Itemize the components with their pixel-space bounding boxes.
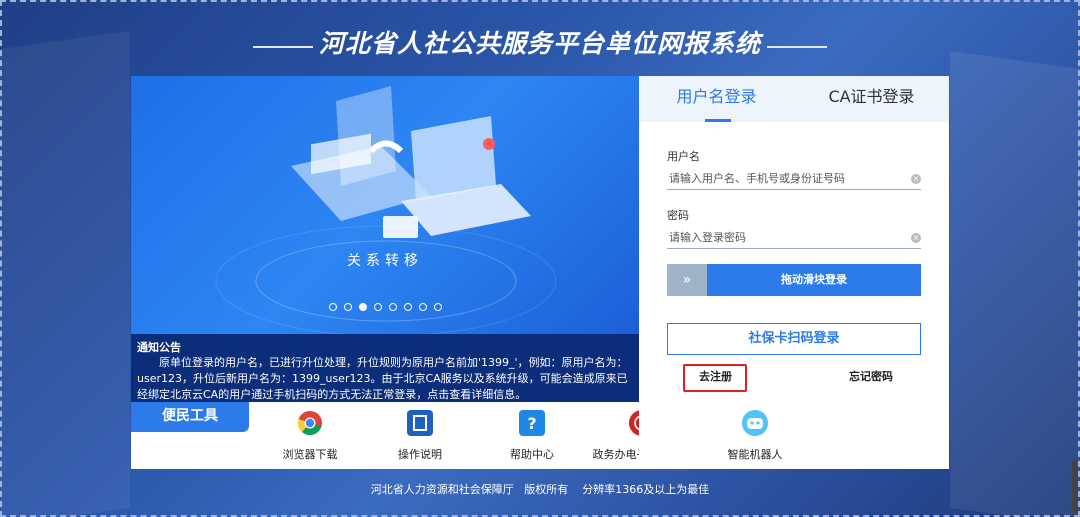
tab-username-login[interactable]: 用户名登录 (639, 76, 794, 122)
title-decor-line-left (252, 46, 313, 48)
carousel-dot[interactable] (403, 303, 412, 311)
carousel-dots (131, 303, 639, 311)
notice-title: 通知公告 (137, 341, 181, 354)
password-label: 密码 (667, 209, 689, 222)
banner-carousel[interactable]: 关系转移 (131, 76, 639, 334)
social-card-qr-login-button[interactable]: 社保卡扫码登录 (667, 323, 921, 355)
carousel-dot[interactable] (373, 303, 382, 311)
carousel-dot[interactable] (343, 303, 352, 311)
tool-help-center[interactable]: ? 帮助中心 (477, 410, 587, 462)
carousel-dot[interactable] (433, 303, 442, 311)
password-input[interactable] (667, 231, 911, 244)
clear-icon[interactable]: × (911, 173, 921, 184)
username-input[interactable] (667, 172, 911, 185)
header: 河北省人社公共服务平台单位网报系统 (0, 22, 1080, 62)
password-field: × (667, 227, 921, 249)
background-building-left (0, 30, 130, 517)
book-icon (407, 410, 433, 436)
forgot-password-link[interactable]: 忘记密码 (849, 368, 893, 384)
carousel-dot[interactable] (328, 303, 337, 311)
carousel-dot-active[interactable] (358, 303, 367, 311)
notice-text[interactable]: 原单位登录的用户名，已进行升位处理，升位规则为原用户名前加'1399_'，例如：… (137, 355, 633, 402)
background-building-right (950, 50, 1080, 517)
tab-ca-login[interactable]: CA证书登录 (794, 76, 949, 122)
footer-copyright: 版权所有 (524, 483, 569, 496)
scrollbar[interactable] (1072, 460, 1078, 515)
register-link[interactable]: 去注册 (699, 368, 732, 384)
footer-org: 河北省人力资源和社会保障厅 (370, 483, 514, 496)
robot-icon (742, 410, 768, 436)
footer: 河北省人力资源和社会保障厅 版权所有 分辨率1366及以上为最佳 (0, 481, 1080, 497)
banner-caption: 关系转移 (347, 253, 423, 269)
carousel-dot[interactable] (388, 303, 397, 311)
tool-label: 智能机器人 (727, 448, 783, 461)
help-icon: ? (519, 410, 545, 436)
slider-text: 拖动滑块登录 (781, 273, 847, 286)
tool-robot[interactable]: 智能机器人 (700, 410, 810, 462)
username-field: × (667, 168, 921, 190)
tools-bar: 便民工具 浏览器下载 操作说明 ? 帮助中心 (131, 402, 692, 469)
login-tabs: 用户名登录 CA证书登录 (639, 76, 949, 122)
tool-manual[interactable]: 操作说明 (365, 410, 475, 462)
title-decor-line-right (767, 46, 827, 48)
username-label: 用户名 (667, 150, 700, 163)
banner-illustration (215, 86, 557, 334)
footer-resolution: 分辨率1366及以上为最佳 (582, 483, 710, 496)
tool-label: 帮助中心 (510, 448, 554, 461)
notice-panel[interactable]: 通知公告 原单位登录的用户名，已进行升位处理，升位规则为原用户名前加'1399_… (131, 334, 639, 402)
tool-label: 操作说明 (398, 448, 442, 461)
carousel-dot[interactable] (418, 303, 427, 311)
tools-tab: 便民工具 (131, 402, 249, 432)
slider-captcha[interactable]: » 拖动滑块登录 (667, 264, 921, 296)
page-title: 河北省人社公共服务平台单位网报系统 (318, 29, 761, 58)
main-card: 关系转移 通知公告 原单位登录的用户名，已进行升位处理，升位规则为原用户名前加'… (131, 76, 949, 469)
tool-browser-download[interactable]: 浏览器下载 (255, 410, 365, 462)
tool-label: 浏览器下载 (282, 448, 338, 461)
slider-handle[interactable]: » (667, 264, 707, 296)
clear-icon[interactable]: × (911, 232, 921, 243)
chrome-icon (297, 410, 323, 436)
